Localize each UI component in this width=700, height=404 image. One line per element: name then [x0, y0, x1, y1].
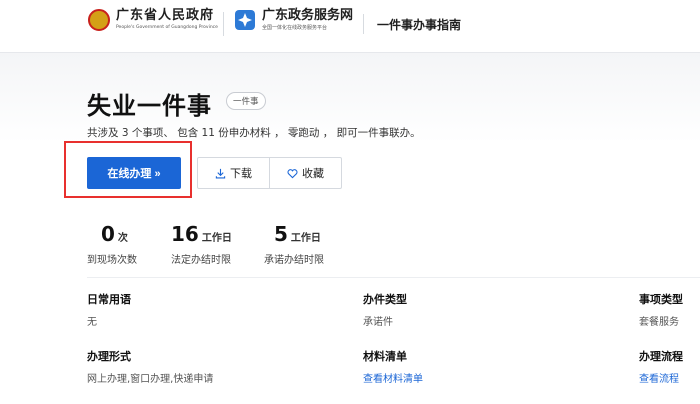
- gov-name: 广东省人民政府: [116, 8, 215, 23]
- info-label: 事项类型: [639, 293, 683, 306]
- info-case-type: 办件类型 承诺件: [363, 291, 407, 328]
- info-label: 办件类型: [363, 293, 407, 306]
- info-value: 承诺件: [363, 317, 393, 328]
- favorite-label: 收藏: [302, 167, 324, 180]
- site-header: 广东省人民政府 People's Government of Guangdong…: [0, 0, 700, 53]
- gov-logo[interactable]: 广东省人民政府 People's Government of Guangdong…: [88, 8, 218, 31]
- info-handle-form: 办理形式 网上办理,窗口办理,快递申请: [87, 348, 213, 385]
- info-label: 日常用语: [87, 293, 131, 306]
- header-divider: [363, 14, 364, 34]
- section-divider: [87, 277, 700, 278]
- action-button-group: 下载 收藏: [197, 157, 342, 189]
- info-process: 办理流程 查看流程: [639, 348, 683, 385]
- stat-label: 承诺办结时限: [264, 255, 324, 266]
- info-materials: 材料清单 查看材料清单: [363, 348, 423, 385]
- stat-value: 5: [274, 222, 288, 246]
- national-emblem-icon: [88, 8, 110, 31]
- item-tag: 一件事: [226, 92, 266, 110]
- stat-unit: 工作日: [290, 233, 321, 244]
- stat-value: 0: [101, 222, 115, 246]
- stat-unit: 工作日: [201, 233, 232, 244]
- service-logo[interactable]: 广东政务服务网 全国一体化在线政务服务平台: [234, 8, 353, 32]
- info-label: 材料清单: [363, 350, 407, 363]
- stat-label: 法定办结时限: [171, 255, 231, 266]
- info-label: 办理形式: [87, 350, 131, 363]
- stat-promised-time: 5 工作日 承诺办结时限: [264, 222, 324, 266]
- favorite-button[interactable]: 收藏: [269, 158, 341, 188]
- gov-english-name: People's Government of Guangdong Provinc…: [116, 25, 218, 30]
- heart-icon: [287, 168, 298, 178]
- stat-legal-time: 16 工作日 法定办结时限: [171, 222, 232, 266]
- page-title: 失业一件事: [87, 92, 212, 120]
- service-logo-icon: [235, 10, 255, 30]
- item-summary: 共涉及 3 个事项、 包含 11 份申办材料 ， 零跑动 ， 即可一件事联办。: [87, 127, 421, 139]
- stat-unit: 次: [117, 233, 128, 244]
- info-value: 网上办理,窗口办理,快递申请: [87, 374, 214, 385]
- stat-visits: 0 次 到现场次数: [87, 222, 137, 266]
- download-label: 下载: [230, 167, 252, 180]
- info-value: 无: [87, 317, 97, 328]
- download-icon: [215, 168, 226, 178]
- info-item-type: 事项类型 套餐服务: [639, 291, 683, 328]
- view-materials-link[interactable]: 查看材料清单: [363, 370, 423, 385]
- info-daily-term: 日常用语 无: [87, 291, 131, 328]
- view-process-link[interactable]: 查看流程: [639, 370, 683, 385]
- service-name: 广东政务服务网: [262, 8, 354, 23]
- service-subtitle: 全国一体化在线政务服务平台: [262, 25, 328, 31]
- info-value: 套餐服务: [639, 317, 679, 328]
- guide-title: 一件事办事指南: [377, 18, 462, 32]
- header-divider: [223, 12, 224, 36]
- download-button[interactable]: 下载: [198, 158, 269, 188]
- info-label: 办理流程: [639, 350, 683, 363]
- stat-label: 到现场次数: [87, 255, 137, 266]
- stat-value: 16: [171, 222, 199, 246]
- online-apply-button[interactable]: 在线办理 »: [87, 157, 181, 189]
